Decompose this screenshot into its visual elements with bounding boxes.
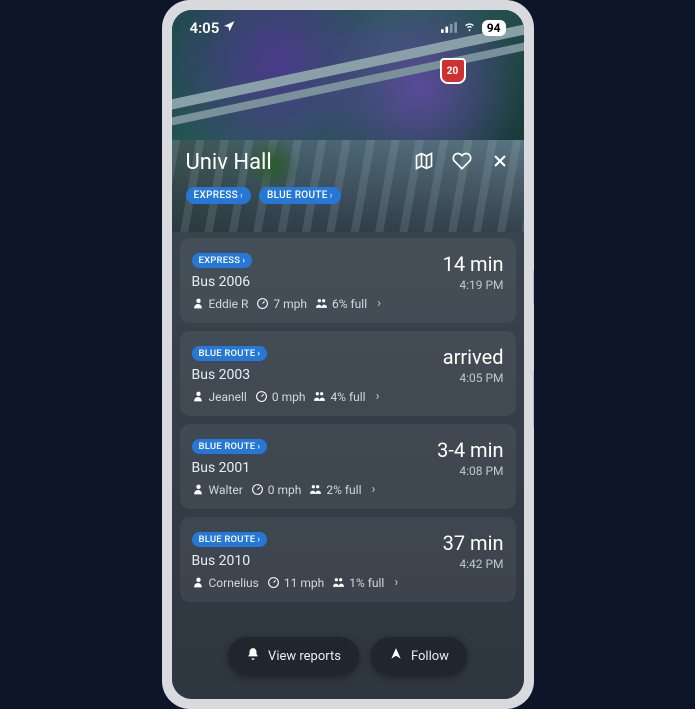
capacity-icon <box>313 390 326 403</box>
stop-title: Univ Hall <box>186 150 272 175</box>
close-icon[interactable] <box>490 151 510 175</box>
filter-chip-blue-route[interactable]: BLUE ROUTE› <box>259 187 341 204</box>
person-icon <box>192 576 205 589</box>
eta-time: 4:08 PM <box>437 464 503 478</box>
volume-button[interactable] <box>533 270 534 304</box>
location-arrow-icon <box>223 19 236 37</box>
eta: 3-4 min <box>437 438 503 462</box>
capacity-icon <box>309 483 322 496</box>
navigation-icon <box>389 647 403 665</box>
route-chip[interactable]: EXPRESS› <box>192 253 253 268</box>
status-bar: 4:05 94 <box>172 18 524 37</box>
speed-icon <box>267 576 280 589</box>
stop-hero: Univ Hall EXPRESS› <box>172 140 524 232</box>
bottom-actions: View reports Follow <box>172 637 524 675</box>
map-icon[interactable] <box>414 151 434 175</box>
chevron-right-icon[interactable]: › <box>372 482 376 497</box>
bus-name: Bus 2003 <box>192 367 443 383</box>
filter-chip-express[interactable]: EXPRESS› <box>186 187 252 204</box>
chevron-right-icon[interactable]: › <box>377 296 381 311</box>
phone-frame: 20 4:05 94 <box>162 0 534 709</box>
driver-name: Cornelius <box>209 576 259 590</box>
capacity: 6% full <box>332 297 367 311</box>
bus-name: Bus 2006 <box>192 274 443 290</box>
eta: 14 min <box>443 252 504 276</box>
capacity-icon <box>332 576 345 589</box>
speed-icon <box>256 297 269 310</box>
route-chip[interactable]: BLUE ROUTE› <box>192 439 268 454</box>
bus-card[interactable]: BLUE ROUTE› Bus 2010 Cornelius 11 mph 1%… <box>180 517 516 602</box>
battery-level: 94 <box>482 20 506 36</box>
bus-card[interactable]: EXPRESS› Bus 2006 Eddie R 7 mph 6% full … <box>180 238 516 323</box>
capacity-icon <box>315 297 328 310</box>
person-icon <box>192 390 205 403</box>
speed: 7 mph <box>273 297 307 311</box>
capacity: 4% full <box>330 390 365 404</box>
power-button[interactable] <box>533 370 534 428</box>
signal-icon <box>441 19 457 37</box>
clock: 4:05 <box>190 19 220 37</box>
capacity: 1% full <box>349 576 384 590</box>
speed-icon <box>255 390 268 403</box>
person-icon <box>192 483 205 496</box>
speed: 0 mph <box>268 483 302 497</box>
eta: 37 min <box>443 531 504 555</box>
eta-time: 4:42 PM <box>443 557 504 571</box>
driver-name: Eddie R <box>209 297 249 311</box>
filter-chips: EXPRESS› BLUE ROUTE› <box>186 187 510 204</box>
driver-name: Jeanell <box>209 390 247 404</box>
screen: 20 4:05 94 <box>172 10 524 699</box>
speed-icon <box>251 483 264 496</box>
speed: 11 mph <box>284 576 324 590</box>
bus-card[interactable]: BLUE ROUTE› Bus 2001 Walter 0 mph 2% ful… <box>180 424 516 509</box>
interstate-shield: 20 <box>440 58 466 84</box>
view-reports-button[interactable]: View reports <box>228 637 359 675</box>
eta-time: 4:19 PM <box>443 278 504 292</box>
bell-icon <box>246 647 260 665</box>
heart-icon[interactable] <box>452 151 472 175</box>
wifi-icon <box>462 18 477 37</box>
chevron-right-icon[interactable]: › <box>376 389 380 404</box>
follow-button[interactable]: Follow <box>371 637 467 675</box>
bus-name: Bus 2010 <box>192 553 443 569</box>
map-area[interactable]: 20 4:05 94 <box>172 10 524 140</box>
eta-time: 4:05 PM <box>443 371 504 385</box>
person-icon <box>192 297 205 310</box>
capacity: 2% full <box>326 483 361 497</box>
speed: 0 mph <box>272 390 306 404</box>
bus-list[interactable]: EXPRESS› Bus 2006 Eddie R 7 mph 6% full … <box>172 232 524 699</box>
route-chip[interactable]: BLUE ROUTE› <box>192 346 268 361</box>
eta: arrived <box>443 345 504 369</box>
route-chip[interactable]: BLUE ROUTE› <box>192 532 268 547</box>
chevron-right-icon[interactable]: › <box>394 575 398 590</box>
driver-name: Walter <box>209 483 243 497</box>
bus-name: Bus 2001 <box>192 460 438 476</box>
bus-card[interactable]: BLUE ROUTE› Bus 2003 Jeanell 0 mph 4% fu… <box>180 331 516 416</box>
